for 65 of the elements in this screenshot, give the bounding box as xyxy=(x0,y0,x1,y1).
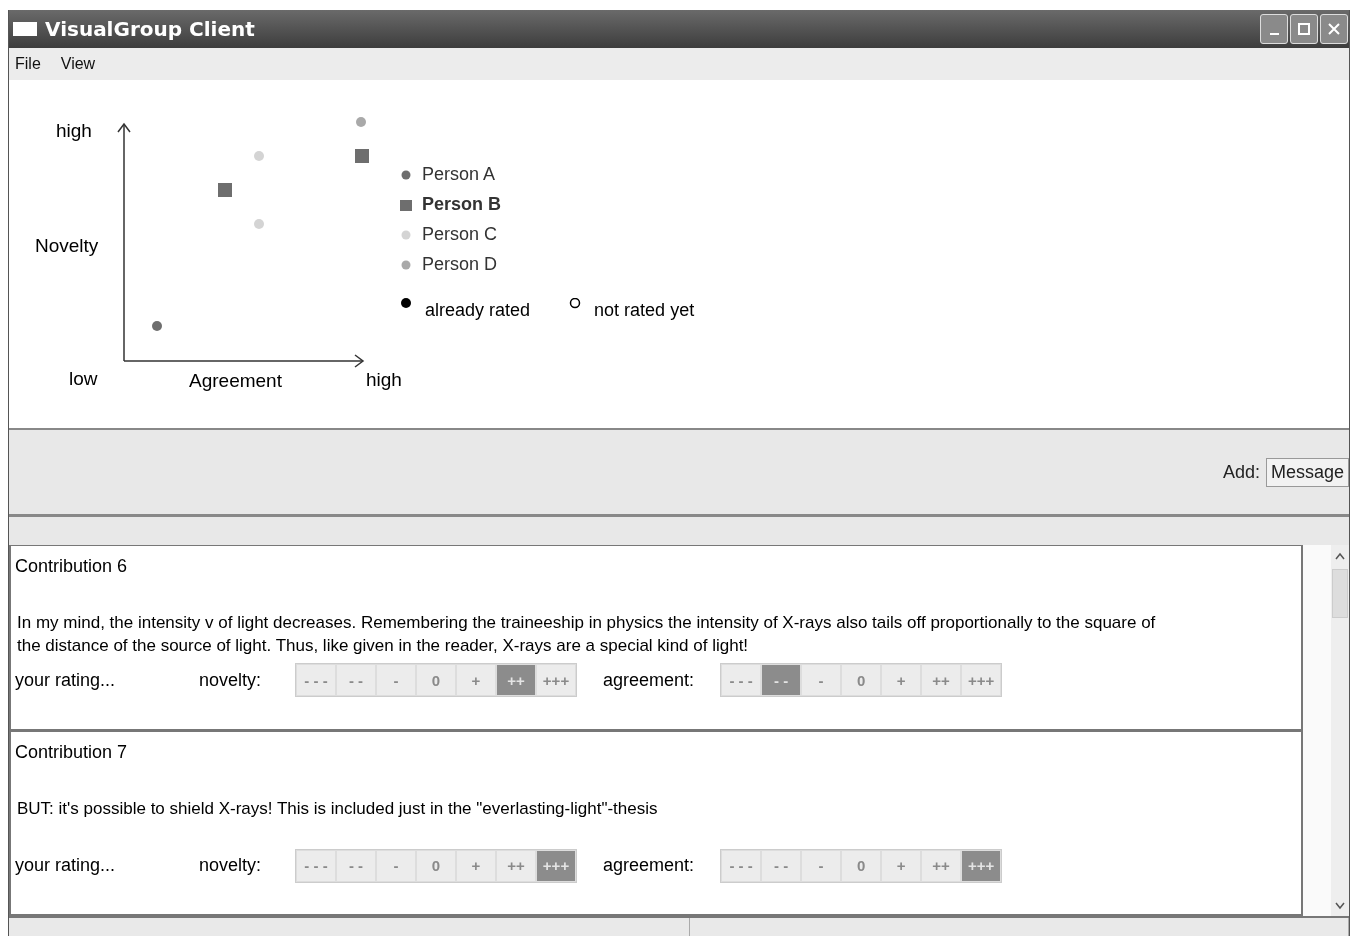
contribution-title: Contribution 6 xyxy=(15,556,129,577)
rating-option[interactable]: - xyxy=(376,849,416,882)
scroll-thumb[interactable] xyxy=(1332,569,1348,618)
legend-label[interactable]: Person B xyxy=(422,194,502,215)
rating-option[interactable]: + xyxy=(881,664,922,696)
rating-option[interactable]: ++ xyxy=(496,849,536,882)
rating-option[interactable]: - - - xyxy=(721,849,762,882)
maximize-icon xyxy=(1297,22,1311,36)
maximize-button[interactable] xyxy=(1290,14,1318,44)
scale-label: agreement: xyxy=(603,669,695,691)
minimize-icon xyxy=(1269,33,1279,35)
rating-option[interactable]: - xyxy=(801,849,842,882)
legend-label[interactable]: Person C xyxy=(422,224,498,245)
axis-label: high xyxy=(56,120,92,142)
legend-label: already rated xyxy=(425,300,531,321)
rating-option[interactable]: 0 xyxy=(416,849,456,882)
data-point[interactable] xyxy=(152,321,162,331)
add-label: Add: xyxy=(1222,461,1260,483)
axis-label: low xyxy=(69,368,98,390)
contribution-title: Contribution 7 xyxy=(15,741,129,763)
data-point[interactable] xyxy=(356,117,366,127)
axis-title: Agreement xyxy=(189,370,282,392)
scale-label: agreement: xyxy=(603,855,695,876)
close-button[interactable] xyxy=(1320,14,1348,44)
rating-option[interactable]: - xyxy=(376,664,416,696)
close-icon xyxy=(1327,22,1341,36)
axis-label: high xyxy=(366,369,402,391)
legend-label[interactable]: Person A xyxy=(422,164,496,185)
menu-item[interactable]: File xyxy=(15,55,41,73)
rating-option[interactable]: - xyxy=(801,664,842,696)
rating-option[interactable]: - - xyxy=(761,849,802,882)
rating-label: your rating... xyxy=(15,669,117,691)
rating-label: your rating... xyxy=(15,855,117,876)
message-button[interactable]: Message xyxy=(1265,457,1349,487)
rating-option[interactable]: - - - xyxy=(296,664,336,696)
scale-label: novelty: xyxy=(199,855,263,876)
rating-option[interactable]: 0 xyxy=(416,664,456,696)
menu-item[interactable]: View xyxy=(60,55,96,73)
axis-title: Novelty xyxy=(35,235,99,257)
rating-option[interactable]: 0 xyxy=(841,664,882,696)
minimize-button[interactable] xyxy=(1260,14,1288,44)
scale-label: novelty: xyxy=(199,669,263,691)
rating-option[interactable]: - - - xyxy=(296,849,336,882)
rating-option[interactable]: - - xyxy=(761,664,802,696)
rating-option[interactable]: ++ xyxy=(921,664,962,696)
window-icon xyxy=(13,21,37,37)
rating-option[interactable]: + xyxy=(456,849,496,882)
rating-option[interactable]: - - xyxy=(336,664,376,696)
rating-option[interactable]: +++ xyxy=(536,664,576,696)
legend-label: not rated yet xyxy=(594,300,695,321)
rating-option[interactable]: +++ xyxy=(536,849,576,882)
rating-option[interactable]: + xyxy=(881,849,922,882)
window-title: VisualGroup Client xyxy=(45,17,255,41)
legend-label[interactable]: Person D xyxy=(422,254,498,275)
rating-option[interactable]: +++ xyxy=(961,664,1002,696)
rating-option[interactable]: ++ xyxy=(496,664,536,696)
contribution-text: In my mind, the intensity v of light decreases. Remembering the traineeship in physics the intensity of X-rays also tails off proportionally to the square of the distance of the source of light. Thus, like given in the reader, X-rays are a special kind of light! xyxy=(16,612,1157,657)
rating-option[interactable]: + xyxy=(456,664,496,696)
rating-option[interactable]: +++ xyxy=(961,849,1002,882)
contribution-text: BUT: it's possible to shield X-rays! This is included just in the "everlasting-light"-thesis xyxy=(16,797,659,820)
rating-option[interactable]: - - - xyxy=(721,664,762,696)
rating-option[interactable]: 0 xyxy=(841,849,882,882)
scrollbar[interactable] xyxy=(1331,545,1349,916)
rating-option[interactable]: - - xyxy=(336,849,376,882)
rating-option[interactable]: ++ xyxy=(921,849,962,882)
